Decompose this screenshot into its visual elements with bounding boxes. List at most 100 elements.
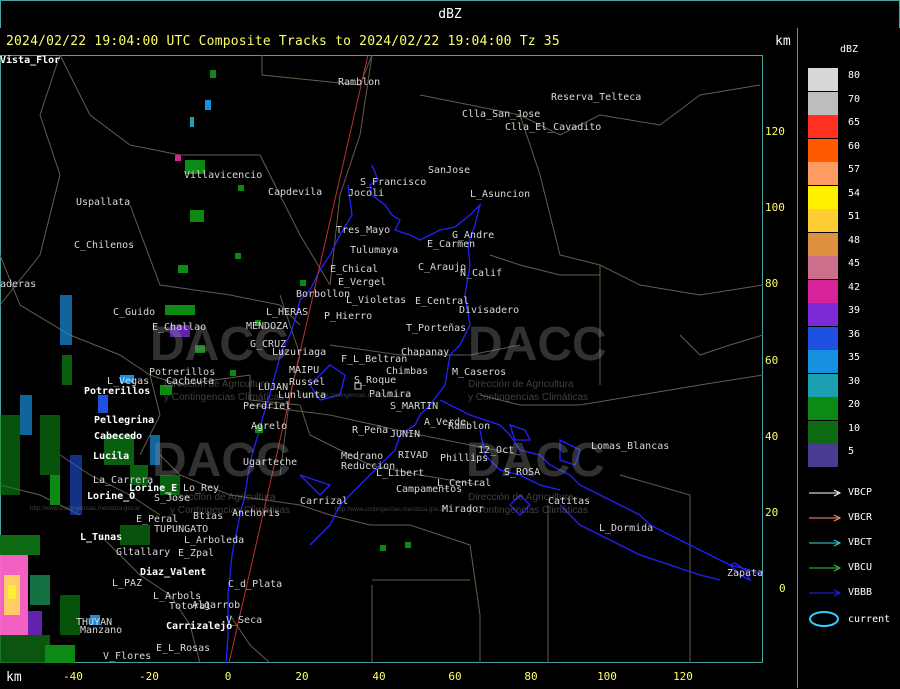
place-label: Vista_Flor	[0, 55, 61, 66]
place-label: E_Vergel	[338, 277, 387, 288]
dbz-swatch-label: 45	[848, 258, 861, 269]
x-tick-label: 0	[224, 670, 232, 683]
place-label: Ugarteche	[243, 457, 298, 468]
place-label: S_Roque	[354, 375, 397, 386]
track-line-icon	[809, 514, 842, 522]
place-label: P_Hierro	[324, 311, 373, 322]
track-line-icon	[809, 489, 842, 497]
place-label: Potrerillos	[84, 386, 151, 397]
dbz-swatch-label: 10	[848, 422, 861, 434]
place-label: Zapata	[727, 568, 764, 579]
place-label: L_HERAS	[266, 307, 309, 318]
place-label: Gltallary	[116, 547, 171, 558]
watermark-caption: Dirección de Agricultura y Contingencias …	[468, 379, 589, 403]
y-tick-label: 40	[765, 430, 779, 443]
place-label: Totoral	[169, 601, 212, 612]
track-label: VBCU	[848, 562, 873, 573]
dbz-swatch	[808, 68, 838, 91]
place-label: S_Jose	[154, 493, 191, 504]
track-label: VBCR	[848, 512, 873, 523]
place-label: C_Chilenos	[74, 240, 135, 251]
track-line-icon	[809, 589, 842, 597]
x-tick-label: 40	[372, 670, 386, 683]
dbz-swatch-label: 51	[848, 211, 861, 222]
dbz-swatch	[808, 256, 838, 279]
place-label: L_PAZ	[112, 578, 143, 589]
place-label: Campamentos	[396, 484, 463, 495]
place-label: E_Chical	[330, 264, 379, 275]
place-label: E_Zpal	[178, 548, 215, 559]
dbz-swatch	[808, 397, 838, 420]
watermark-url: http://www.contingencias.mendoza.gov.ar	[30, 506, 141, 512]
place-label: V_Flores	[103, 651, 152, 662]
km-unit-label-bottom: km	[6, 670, 22, 685]
dbz-swatch	[808, 91, 838, 115]
place-label: MENDOZA	[246, 321, 289, 332]
dbz-swatch-label: 48	[848, 234, 861, 246]
x-tick-label: 20	[295, 670, 309, 683]
place-label: Catitas	[548, 496, 591, 507]
place-label: R_Peña	[352, 425, 389, 436]
dbz-swatch-label: 80	[848, 70, 861, 81]
place-label: Agrelo	[251, 421, 288, 432]
dbz-swatch-label: 5	[848, 446, 855, 457]
place-label: L_Libert	[376, 468, 425, 479]
place-label: Anchoris	[232, 508, 281, 519]
dbz-swatch	[808, 350, 838, 373]
place-label: L_Asuncion	[470, 189, 531, 200]
current-label: current	[848, 614, 891, 625]
place-label: Tres_Mayo	[336, 225, 391, 236]
dbz-swatch	[808, 162, 838, 185]
place-label: Carrizal	[300, 496, 349, 507]
km-unit-label-right: km	[775, 34, 791, 49]
radar-map-plot[interactable]: DACC DACC DACC DACC Dirección de Agricul…	[0, 55, 763, 663]
place-label: Villavicencio	[184, 170, 263, 181]
place-label: E_Carmen	[427, 239, 476, 250]
place-label: Borbollon	[296, 289, 351, 300]
dbz-swatch-label: 57	[848, 164, 861, 175]
dbz-swatch	[808, 138, 838, 162]
x-tick-label: 120	[673, 670, 693, 683]
place-label: Chapanay	[401, 347, 450, 358]
dbz-swatch	[808, 373, 838, 397]
place-label: Ramblon	[338, 77, 381, 88]
place-label: Phillips	[440, 453, 489, 464]
x-tick-label: -20	[139, 670, 159, 683]
y-tick-label: 120	[765, 125, 785, 138]
place-label: Uspallata	[76, 197, 131, 208]
place-label: Clla_El_Cavadito	[505, 122, 602, 133]
y-tick-label: 20	[765, 506, 779, 519]
place-label: Carrizalejo	[166, 621, 233, 632]
dbz-swatch-label: 70	[848, 93, 861, 105]
place-label: L_Arboleda	[184, 535, 245, 546]
place-label: Divisadero	[459, 305, 520, 316]
y-tick-label: 80	[765, 277, 779, 290]
dbz-swatch-label: 60	[848, 140, 861, 152]
place-label: Ramblon	[448, 421, 491, 432]
place-label: Lorine_O	[87, 491, 136, 502]
place-label: Lomas_Blancas	[591, 441, 670, 452]
track-label: VBCP	[848, 487, 873, 498]
place-label: M_Caseros	[452, 367, 507, 378]
place-label: S_ROSA	[504, 467, 541, 478]
place-label: C_Guido	[113, 307, 156, 318]
dbz-swatch	[808, 209, 838, 232]
place-label: E_Challao	[152, 322, 207, 333]
place-label: Capdevila	[268, 187, 323, 198]
watermark-url: http://www.contingencias.mendoza.gov.ar	[335, 507, 446, 513]
vbbb-track	[225, 164, 763, 663]
place-label: Diaz_Valent	[140, 567, 207, 578]
track-label: VBBB	[848, 587, 873, 598]
place-label: TUPUNGATO	[154, 524, 209, 535]
place-label: F_L_Beltran	[341, 354, 408, 365]
dbz-swatch	[808, 279, 838, 303]
place-label: Jocoli	[348, 188, 385, 199]
headline-timestamp: 2024/02/22 19:04:00 UTC Composite Tracks…	[6, 34, 560, 49]
place-label: Clla_San_Jose	[462, 109, 541, 120]
place-label: JUNIN	[390, 429, 421, 440]
track-line-icon	[809, 564, 842, 572]
track-line-icon	[809, 539, 842, 547]
legend-title: dBZ	[839, 44, 859, 55]
x-tick-label: 100	[597, 670, 617, 683]
place-label: Tulumaya	[350, 245, 399, 256]
